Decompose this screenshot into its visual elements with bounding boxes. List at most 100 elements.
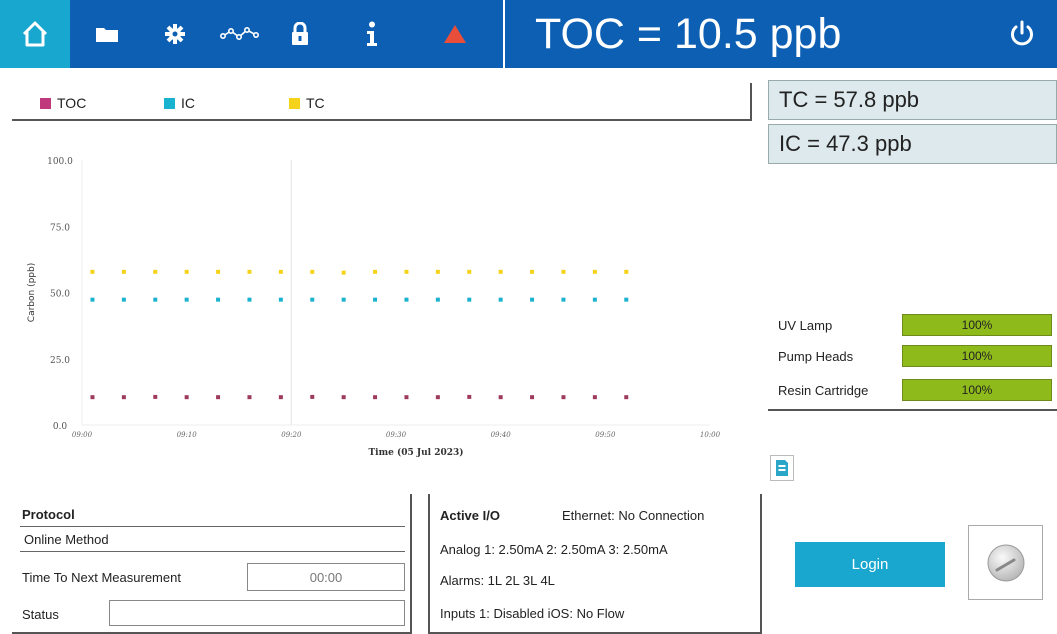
data-point-ic (530, 297, 535, 302)
home-icon (22, 21, 48, 47)
data-point-toc (278, 395, 283, 400)
y-tick-label: 50.0 (50, 290, 70, 300)
legend-item-tc[interactable]: TC (289, 95, 325, 111)
lock-button[interactable] (287, 0, 313, 68)
y-tick-label: 75.0 (50, 223, 70, 233)
ic-reading-text: IC = 47.3 ppb (779, 131, 912, 156)
trend-icon (220, 26, 259, 41)
data-point-ic (341, 297, 346, 302)
consumable-label: Pump Heads (778, 348, 854, 364)
legend-label: IC (181, 95, 195, 111)
data-point-tc (310, 269, 315, 274)
next-measurement-label: Time To Next Measurement (22, 570, 181, 585)
home-button[interactable] (0, 0, 70, 68)
x-axis-label: Time (05 Jul 2023) (368, 447, 463, 458)
x-tick-label: 09:40 (491, 431, 512, 439)
data-point-toc (121, 395, 126, 400)
analog-status: Analog 1: 2.50mA 2: 2.50mA 3: 2.50mA (440, 542, 668, 557)
toc-display: TOC = 10.5 ppb (503, 0, 1057, 68)
data-point-tc (404, 269, 409, 274)
data-point-toc (624, 395, 629, 400)
x-tick-label: 09:10 (177, 431, 198, 439)
data-point-ic (310, 297, 315, 302)
data-point-toc (404, 395, 409, 400)
gear-icon (165, 24, 185, 44)
data-point-toc (153, 394, 158, 399)
settings-button[interactable] (160, 0, 190, 68)
data-point-ic (373, 297, 378, 302)
data-point-toc (373, 395, 378, 400)
knob-button[interactable] (968, 525, 1043, 600)
consumable-label: UV Lamp (778, 317, 833, 333)
data-point-tc (498, 269, 503, 274)
protocol-panel: Protocol Online Method Time To Next Meas… (12, 494, 412, 634)
next-measurement-field: 00:00 (247, 563, 405, 591)
data-point-tc (592, 269, 597, 274)
data-point-ic (624, 297, 629, 302)
y-tick-label: 0.0 (53, 422, 68, 432)
x-tick-label: 09:50 (595, 431, 616, 439)
tc-reading-text: TC = 57.8 ppb (779, 87, 920, 112)
protocol-method-field[interactable]: Online Method (20, 526, 405, 552)
data-point-tc (247, 269, 252, 274)
data-point-toc (498, 395, 503, 400)
login-label: Login (851, 556, 889, 573)
legend-swatch (40, 97, 51, 109)
x-tick-label: 10:00 (700, 431, 721, 439)
data-point-ic (216, 297, 221, 302)
inputs-status: Inputs 1: Disabled iOS: No Flow (440, 606, 625, 621)
data-point-tc (435, 269, 440, 274)
data-point-tc (90, 269, 95, 274)
data-point-tc (184, 269, 189, 274)
data-point-ic (467, 297, 472, 302)
data-point-tc (121, 269, 126, 274)
consumable-resin-cartridge: Resin Cartridge 100% (778, 378, 1053, 402)
protocol-method-value: Online Method (24, 531, 109, 547)
power-icon (1011, 20, 1033, 46)
data-point-ic (247, 297, 252, 302)
sd-card-icon (776, 460, 788, 476)
data-point-ic (435, 297, 440, 302)
tc-reading: TC = 57.8 ppb (768, 80, 1057, 120)
folder-button[interactable] (92, 0, 122, 68)
data-point-toc (247, 395, 252, 400)
data-point-ic (278, 297, 283, 302)
toc-value: TOC = 10.5 ppb (535, 9, 842, 58)
consumable-percent: 100% (961, 318, 993, 332)
data-point-ic (498, 297, 503, 302)
alarm-button[interactable] (440, 0, 470, 68)
power-button[interactable] (997, 0, 1047, 68)
consumable-uv-lamp: UV Lamp 100% (778, 313, 1053, 337)
sd-card-button[interactable] (770, 455, 794, 481)
data-point-toc (435, 395, 440, 400)
status-field (109, 600, 405, 626)
legend-label: TC (306, 95, 325, 111)
data-point-tc (561, 269, 566, 274)
data-point-ic (592, 297, 597, 302)
active-io-panel: Active I/O Ethernet: No Connection Analo… (428, 494, 762, 634)
data-point-toc (467, 394, 472, 399)
data-point-ic (404, 297, 409, 302)
consumable-bar: 100% (902, 314, 1052, 336)
info-icon (367, 21, 377, 46)
data-point-ic (561, 297, 566, 302)
data-point-ic (153, 297, 158, 302)
legend-item-toc[interactable]: TOC (40, 95, 86, 111)
trend-button[interactable] (218, 0, 262, 68)
info-button[interactable] (360, 0, 384, 68)
login-button[interactable]: Login (795, 542, 945, 587)
data-point-toc (530, 395, 535, 400)
data-point-toc (184, 395, 189, 400)
protocol-title: Protocol (22, 507, 75, 522)
carbon-chart: 0.0 25.0 50.0 75.0 100.0 09:00 09:10 09:20 09:30… (20, 145, 750, 465)
consumable-bar: 100% (902, 379, 1052, 401)
data-point-tc (153, 269, 158, 274)
legend-item-ic[interactable]: IC (164, 95, 195, 111)
data-point-tc (530, 269, 535, 274)
consumable-pump-heads: Pump Heads 100% (778, 344, 1053, 368)
data-point-tc (467, 269, 472, 274)
consumable-percent: 100% (961, 383, 993, 397)
lock-icon (292, 22, 308, 45)
chart-svg: 0.0 25.0 50.0 75.0 100.0 09:00 09:10 09:20 09:30… (27, 157, 721, 458)
top-toolbar: TOC = 10.5 ppb (0, 0, 1057, 68)
